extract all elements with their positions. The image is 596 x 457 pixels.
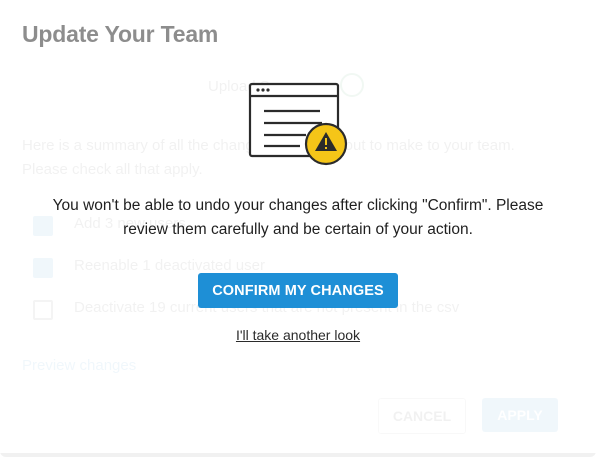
document-warning-icon	[248, 82, 348, 166]
take-another-look-link[interactable]: I'll take another look	[234, 327, 362, 343]
confirmation-overlay: You won't be able to undo your changes a…	[0, 0, 596, 457]
warning-message: You won't be able to undo your changes a…	[52, 197, 544, 238]
dialog-bottom-edge	[0, 453, 596, 457]
update-team-dialog: Update Your Team Upload Summary Here is …	[0, 0, 596, 457]
confirm-my-changes-button[interactable]: CONFIRM MY CHANGES	[198, 273, 398, 308]
